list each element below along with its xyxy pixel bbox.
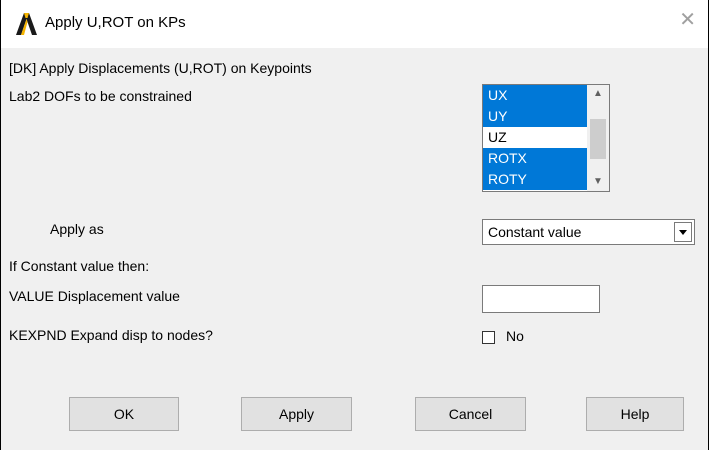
scroll-thumb[interactable] [590, 119, 606, 159]
apply-as-value: Constant value [488, 224, 582, 240]
dof-option-ux[interactable]: UX [483, 85, 588, 106]
dof-option-uy[interactable]: UY [483, 106, 588, 127]
scroll-up-icon[interactable]: ▲ [587, 85, 609, 103]
ok-button[interactable]: OK [69, 397, 179, 431]
chevron-down-icon[interactable] [674, 222, 692, 242]
apply-as-label: Apply as [50, 221, 104, 237]
apply-as-dropdown[interactable]: Constant value [482, 219, 695, 245]
cancel-button[interactable]: Cancel [415, 397, 526, 431]
kexpnd-label: KEXPND Expand disp to nodes? [9, 327, 213, 343]
apply-button[interactable]: Apply [241, 397, 352, 431]
help-button[interactable]: Help [586, 397, 684, 431]
expand-checkbox-label[interactable]: No [506, 328, 524, 344]
value-label: VALUE Displacement value [9, 288, 180, 304]
dof-option-rotx[interactable]: ROTX [483, 148, 588, 169]
lab2-label: Lab2 DOFs to be constrained [9, 88, 192, 104]
expand-checkbox[interactable] [482, 331, 495, 344]
listbox-scrollbar[interactable]: ▲ ▼ [587, 85, 609, 191]
command-heading: [DK] Apply Displacements (U,ROT) on Keyp… [9, 60, 312, 76]
ansys-logo-icon [16, 13, 37, 35]
dof-option-uz[interactable]: UZ [483, 127, 588, 148]
dialog-window: Apply U,ROT on KPs ✕ [DK] Apply Displace… [0, 0, 709, 450]
title-bar: Apply U,ROT on KPs ✕ [1, 0, 708, 48]
close-icon[interactable]: ✕ [679, 10, 696, 30]
scroll-down-icon[interactable]: ▼ [587, 173, 609, 191]
if-constant-label: If Constant value then: [9, 258, 150, 274]
dof-option-roty[interactable]: ROTY [483, 169, 588, 190]
dof-listbox[interactable]: UX UY UZ ROTX ROTY ▲ ▼ [482, 84, 610, 192]
displacement-value-input[interactable] [482, 285, 600, 313]
window-title: Apply U,ROT on KPs [45, 14, 186, 31]
